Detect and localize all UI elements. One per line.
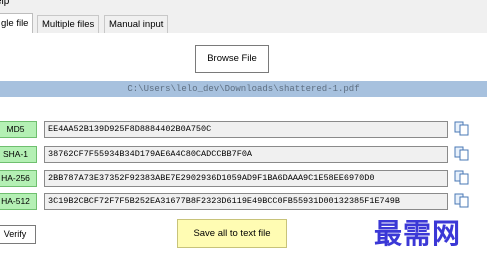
hash-row-sha256: HA-256 2BB787A73E37352F92383ABE7E2902936…	[0, 170, 487, 187]
hash-label-sha512: HA-512	[0, 193, 37, 210]
hash-value-md5[interactable]: EE4AA52B139D925F8D8884402B0A750C	[44, 121, 448, 138]
hash-value-sha512[interactable]: 3C19B2CBCF72F7F5B252EA31677B8F2323D6119E…	[44, 193, 448, 210]
save-all-button[interactable]: Save all to text file	[177, 219, 287, 248]
hash-row-sha1: SHA-1 38762CF7F55934B34D179AE6A4C80CADCC…	[0, 146, 487, 163]
copy-icon[interactable]	[454, 145, 470, 162]
hash-label-sha256: HA-256	[0, 170, 37, 187]
hash-label-md5: MD5	[0, 121, 37, 138]
watermark: 最需网	[374, 217, 462, 250]
hash-value-sha1[interactable]: 38762CF7F55934B34D179AE6A4C80CADCCBB7F0A	[44, 146, 448, 163]
hash-row-md5: MD5 EE4AA52B139D925F8D8884402B0A750C	[0, 121, 487, 138]
hash-value-sha256[interactable]: 2BB787A73E37352F92383ABE7E2902936D1059AD…	[44, 170, 448, 187]
menu-help[interactable]: elp	[0, 0, 9, 7]
copy-icon[interactable]	[454, 192, 470, 209]
copy-icon[interactable]	[454, 120, 470, 137]
tab-manual-input[interactable]: Manual input	[104, 15, 169, 33]
tab-single-file[interactable]: gle file	[0, 13, 34, 34]
hash-row-sha512: HA-512 3C19B2CBCF72F7F5B252EA31677B8F232…	[0, 193, 487, 210]
file-path-display: C:\Users\lelo_dev\Downloads\shattered-1.…	[0, 81, 487, 97]
tab-strip: gle file Multiple files Manual input	[0, 13, 487, 34]
hash-label-sha1: SHA-1	[0, 146, 37, 163]
tab-multiple-files[interactable]: Multiple files	[37, 15, 100, 33]
browse-file-button[interactable]: Browse File	[195, 45, 269, 73]
verify-button[interactable]: Verify	[0, 225, 36, 244]
copy-icon[interactable]	[454, 169, 470, 186]
menu-bar: elp	[0, 0, 487, 12]
